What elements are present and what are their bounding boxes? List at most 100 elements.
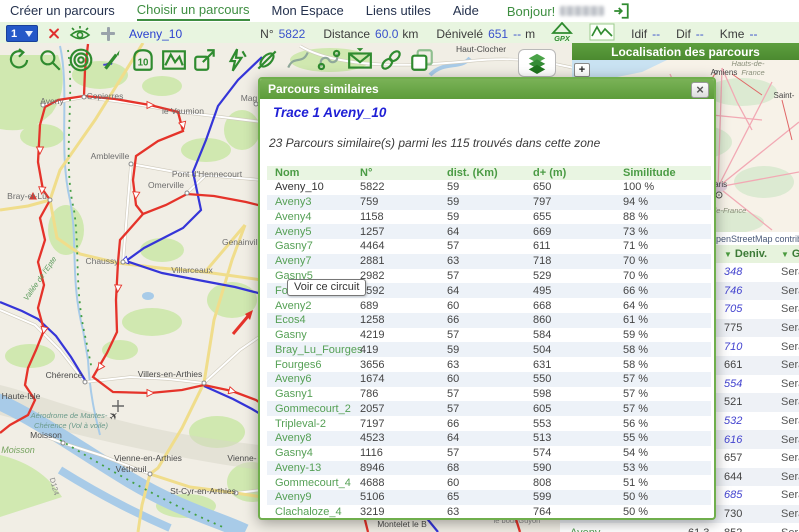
table-row[interactable]: Clachaloze_4 3219 63 764 50 %	[267, 505, 711, 520]
undo-tool-button[interactable]	[6, 47, 32, 73]
table-row[interactable]: Aveny9 5106 65 599 50 %	[267, 490, 711, 505]
elevation-profile-button[interactable]	[589, 23, 615, 44]
brush-tool-button[interactable]	[99, 47, 125, 73]
sort-descending-icon[interactable]: ▼	[781, 250, 789, 259]
route-name-link[interactable]: Aveny-13	[267, 462, 354, 474]
route-name-link[interactable]: Gasny1	[267, 388, 354, 400]
target-icon	[68, 47, 94, 73]
route-name-link[interactable]: Aveny3	[267, 196, 354, 208]
node-edit-tool-button[interactable]	[254, 47, 280, 73]
route-name-link[interactable]: Aveny6	[267, 373, 354, 385]
minimap-zoom-in-button[interactable]: +	[574, 63, 590, 77]
close-button[interactable]: ×	[691, 82, 709, 98]
gpx-download-button[interactable]: GPX	[551, 22, 573, 45]
sort-descending-icon[interactable]: ▼	[724, 250, 732, 259]
result-gr: Sera	[776, 322, 799, 334]
route-name-link[interactable]: Clachaloze_4	[267, 506, 354, 518]
copy-tool-button[interactable]	[409, 47, 435, 73]
table-row[interactable]: Aveny2 689 60 668 64 %	[267, 298, 711, 313]
route-dplus: 655	[527, 211, 611, 223]
table-row[interactable]: Aveny8 4523 64 513 55 %	[267, 431, 711, 446]
table-row[interactable]: Aveny6 1674 60 550 57 %	[267, 372, 711, 387]
table-row[interactable]: Bray_Lu_Fourges 419 59 504 58 %	[267, 342, 711, 357]
result-deniv[interactable]: 710	[718, 341, 776, 353]
table-row[interactable]: Gasny1 786 57 598 57 %	[267, 387, 711, 402]
result-deniv[interactable]: 746	[718, 285, 776, 297]
route-dplus: 860	[527, 314, 611, 326]
route-distance: 63	[441, 359, 527, 371]
route-name-link[interactable]: Gommecourt_2	[267, 403, 354, 415]
gr-column-header: ▼Gr	[776, 248, 799, 260]
route-distance: 63	[441, 506, 527, 518]
nav-item[interactable]: Créer un parcours	[10, 3, 115, 20]
result-deniv[interactable]: 554	[718, 378, 776, 390]
table-row[interactable]: Gommecourt_2 2057 57 605 57 %	[267, 401, 711, 416]
curve-tool-button[interactable]	[285, 47, 311, 73]
route-name-link[interactable]: Aveny7	[267, 255, 354, 267]
map-label: Vienne-	[227, 453, 256, 463]
route-name-link[interactable]: Aveny4	[267, 211, 354, 223]
layers-button[interactable]	[518, 49, 556, 77]
result-deniv[interactable]: 348	[718, 266, 776, 278]
nav-item[interactable]: Choisir un parcours	[137, 2, 250, 21]
link-tool-button[interactable]	[378, 47, 404, 73]
logout-button[interactable]	[612, 2, 630, 20]
route-points-tool-button[interactable]	[316, 47, 342, 73]
table-row[interactable]: Tripleval-2 7197 66 553 56 %	[267, 416, 711, 431]
modal-header: Parcours similaires	[260, 79, 714, 99]
result-deniv[interactable]: 532	[718, 415, 776, 427]
table-row[interactable]: Gommecourt_4 4688 60 808 51 %	[267, 475, 711, 490]
flash-tool-button[interactable]	[223, 47, 249, 73]
profile-chart-tool-button[interactable]	[161, 47, 187, 73]
export-tool-button[interactable]	[192, 47, 218, 73]
map-label: Bray-et-Lû	[7, 191, 47, 201]
table-row[interactable]: Aveny7 2881 63 718 70 %	[267, 254, 711, 269]
table-row[interactable]: Aveny4 1158 59 655 88 %	[267, 210, 711, 225]
result-deniv[interactable]: 705	[718, 303, 776, 315]
mail-import-tool-button[interactable]	[347, 47, 373, 73]
table-row[interactable]: Gasny7 4464 57 611 71 %	[267, 239, 711, 254]
result-deniv[interactable]: 685	[718, 489, 776, 501]
route-distance: 57	[441, 403, 527, 415]
route-name-link[interactable]: Ecos4	[267, 314, 354, 326]
table-row[interactable]: Fourges6 3656 63 631 58 %	[267, 357, 711, 372]
target-tool-button[interactable]	[68, 47, 94, 73]
route-dplus: 764	[527, 506, 611, 518]
route-name-link[interactable]: Bray_Lu_Fourges	[267, 344, 354, 356]
route-name-link[interactable]: Gommecourt_4	[267, 477, 354, 489]
list-item[interactable]: Aveny 61.3 852 Sera	[560, 523, 799, 532]
result-deniv[interactable]: 616	[718, 434, 776, 446]
table-row[interactable]: Aveny_10 5822 59 650 100 %	[267, 180, 711, 195]
route-name-link[interactable]: Gasny	[267, 329, 354, 341]
route-name-link[interactable]: Aveny2	[267, 300, 354, 312]
route-name-link[interactable]: Aveny8	[267, 432, 354, 444]
trace-select[interactable]: 1	[6, 25, 38, 42]
nav-item[interactable]: Aide	[453, 3, 479, 20]
route-name-link[interactable]: Gasny4	[267, 447, 354, 459]
table-row[interactable]: Gasny 4219 57 584 59 %	[267, 328, 711, 343]
result-deniv: 644	[718, 471, 776, 483]
table-row[interactable]: Aveny-13 8946 68 590 53 %	[267, 461, 711, 476]
search-tool-button[interactable]	[37, 47, 63, 73]
nav-item[interactable]: Liens utiles	[366, 3, 431, 20]
table-row[interactable]: Ecos4 1258 66 860 61 %	[267, 313, 711, 328]
map-label: St-Cyr-en-Arthies	[170, 486, 236, 496]
route-name-link[interactable]: Tripleval-2	[267, 418, 354, 430]
delete-trace-button[interactable]	[47, 27, 60, 40]
km-marker-tool-button[interactable]: 10	[130, 47, 156, 73]
nav-item[interactable]: Mon Espace	[272, 3, 344, 20]
route-name-link[interactable]: Aveny_10	[267, 181, 354, 193]
result-deniv: 661	[718, 359, 776, 371]
route-dplus: 808	[527, 477, 611, 489]
route-name-link[interactable]: Fourges6	[267, 359, 354, 371]
add-trace-button[interactable]	[101, 27, 115, 41]
table-row[interactable]: Aveny3 759 59 797 94 %	[267, 195, 711, 210]
route-dplus: 669	[527, 226, 611, 238]
route-name-link[interactable]: Aveny9	[267, 491, 354, 503]
table-row[interactable]: Aveny5 1257 64 669 73 %	[267, 224, 711, 239]
map-label: Vienne-en-Arthies	[114, 453, 182, 463]
route-name-link[interactable]: Aveny5	[267, 226, 354, 238]
visibility-eye-button[interactable]	[69, 25, 91, 42]
table-row[interactable]: Gasny4 1116 57 574 54 %	[267, 446, 711, 461]
route-name-link[interactable]: Gasny7	[267, 240, 354, 252]
